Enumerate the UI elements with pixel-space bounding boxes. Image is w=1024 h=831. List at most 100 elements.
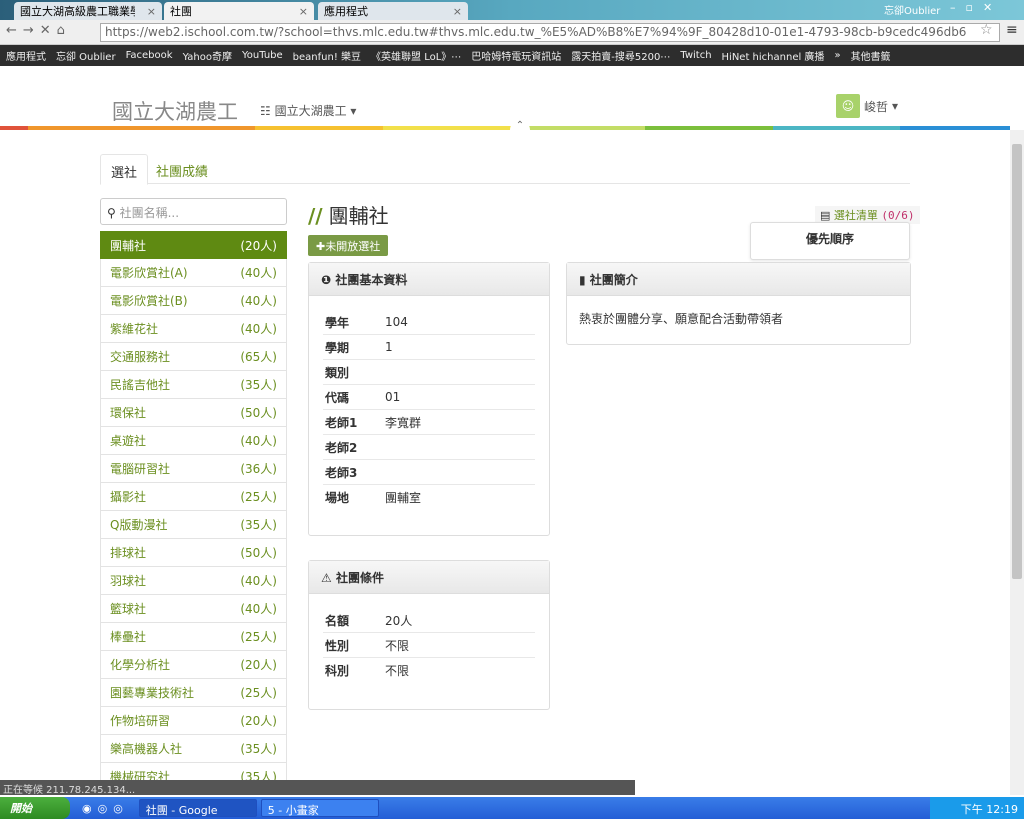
club-count: (50人) [240,406,277,420]
row-value: 104 [385,315,408,329]
nav-buttons[interactable]: ←→✕⌂ [6,23,71,38]
browser-tab[interactable]: 社團 × [164,2,314,20]
close-icon[interactable]: × [147,5,156,18]
club-list-item[interactable]: 電影欣賞社(B) (40人) [100,287,287,315]
bookmark[interactable]: 忘卻 Oublier [56,48,116,63]
bookmark[interactable]: Facebook [126,50,173,61]
bookmark[interactable]: beanfun! 樂豆 [293,48,361,63]
club-name: 籃球社 [110,602,147,616]
stripe-segment [0,126,28,130]
window-controls[interactable]: –▫✕ [950,1,1002,14]
quick-launch-icons[interactable]: ◉◎◎ [82,802,129,815]
info-row: 科別 不限 [323,658,535,683]
taskbar-item[interactable]: 5 - 小畫家 [260,799,379,817]
bookmark[interactable]: 應用程式 [6,48,46,63]
tab-bar: 選社 社團成績 [100,154,910,185]
bookmark[interactable]: 露天拍賣-搜尋5200⋯ [571,48,670,63]
user-menu[interactable]: ☺ 峻哲 ▾ [836,94,898,118]
club-name: 電影欣賞社(A) [110,266,188,280]
info-row: 老師2 [323,435,535,460]
row-label: 代碼 [325,390,350,405]
club-list-item[interactable]: 民謠吉他社 (35人) [100,371,287,399]
close-icon[interactable]: × [299,5,308,18]
star-icon[interactable]: ☆ [980,22,993,38]
club-list-item[interactable]: 羽球社 (40人) [100,567,287,595]
tab-select-club[interactable]: 選社 [100,154,149,185]
club-list-item[interactable]: 排球社 (50人) [100,539,287,567]
file-icon: ▮ [579,273,590,287]
panel-title: 社團基本資料 [335,273,408,287]
menu-icon[interactable]: ≡ [1006,22,1018,38]
club-name: 園藝專業技術社 [110,686,195,700]
bookmark[interactable]: YouTube [242,50,283,61]
tab-club-grades[interactable]: 社團成績 [146,154,218,185]
club-name: 棒壘社 [110,630,147,644]
club-list-item[interactable]: 電腦研習社 (36人) [100,455,287,483]
panel-title: 社團簡介 [589,273,638,287]
school-menu[interactable]: ☷ 國立大湖農工 ▾ [260,102,356,119]
scrollbar[interactable] [1010,130,1024,795]
club-list-item[interactable]: 籃球社 (40人) [100,595,287,623]
club-search-input[interactable]: ⚲ 社團名稱... [100,198,287,225]
condition-rows: 名額 20人 性別 不限 科別 不限 [309,594,549,683]
club-list: 團輔社 (20人) 電影欣賞社(A) (40人) 電影欣賞社(B) (40人) 紫維花社 (4… [100,231,287,791]
club-list-item[interactable]: 攝影社 (25人) [100,483,287,511]
tab-label: 社團 [170,5,192,18]
collapse-chevron-icon[interactable]: ⌃ [510,120,530,134]
url-input[interactable]: https://web2.ischool.com.tw/?school=thvs… [100,23,1000,42]
club-count: (35人) [240,518,277,532]
bookmark[interactable]: HiNet hichannel 廣播 [722,48,825,63]
start-button[interactable]: 開始 [0,797,70,819]
club-list-item[interactable]: 園藝專業技術社 (25人) [100,679,287,707]
bookmark[interactable]: Yahoo奇摩 [183,48,232,63]
club-list-item[interactable]: 樂高機器人社 (35人) [100,735,287,763]
bookmark[interactable]: 《英雄聯盟 LoL》⋯ [371,48,461,63]
browser-tab[interactable]: 國立大湖高級農工職業學校 × [14,2,162,20]
club-list-item[interactable]: 環保社 (50人) [100,399,287,427]
grid-icon: ☷ [260,104,275,118]
club-name: 作物培研習 [110,714,171,728]
plus-icon: ✚ [316,240,326,253]
closed-selection-button[interactable]: ✚未開放選社 [308,235,389,256]
club-list-item[interactable]: 棒壘社 (25人) [100,623,287,651]
bookmark-overflow[interactable]: » [834,50,840,61]
row-value: 李寬群 [385,415,422,430]
pick-list-label: 選社清單 [833,209,878,222]
club-list-item[interactable]: 桌遊社 (40人) [100,427,287,455]
club-list-item[interactable]: 團輔社 (20人) [100,231,287,259]
panel-title: 社團條件 [335,571,384,585]
scrollbar-thumb[interactable] [1012,144,1022,579]
row-label: 老師3 [325,465,358,480]
search-icon: ⚲ [107,206,120,220]
priority-popover: 優先順序 [750,222,910,260]
club-list-item[interactable]: 交通服務社 (65人) [100,343,287,371]
row-value: 團輔室 [385,491,422,505]
info-row: 學年 104 [323,310,535,335]
intro-panel: ▮ 社團簡介 熱衷於團體分享、願意配合活動帶領者 [566,262,911,345]
row-value: 01 [385,390,401,404]
row-label: 性別 [325,638,350,653]
club-list-item[interactable]: Q版動漫社 (35人) [100,511,287,539]
row-label: 老師2 [325,440,358,455]
club-list-item[interactable]: 電影欣賞社(A) (40人) [100,259,287,287]
club-name: 攝影社 [110,490,147,504]
info-row: 老師3 [323,460,535,485]
bookmark-other[interactable]: 其他書籤 [851,48,891,63]
club-list-item[interactable]: 化學分析社 (20人) [100,651,287,679]
club-name: 桌遊社 [110,434,147,448]
club-count: (20人) [240,658,277,672]
club-list-item[interactable]: 紫維花社 (40人) [100,315,287,343]
taskbar-item[interactable]: 社團 - Google Chrome [138,799,257,831]
tab-label: 國立大湖高級農工職業學校 [20,5,135,18]
row-label: 名額 [325,613,350,628]
bookmark[interactable]: 巴哈姆特電玩資訊站 [471,48,561,63]
bookmarks-bar: 應用程式 忘卻 Oublier Facebook Yahoo奇摩 YouTube… [0,45,1024,66]
panel-header: ▮ 社團簡介 [567,263,910,296]
bookmark[interactable]: Twitch [680,50,711,61]
close-icon[interactable]: × [453,5,462,18]
browser-tab[interactable]: 應用程式 × [318,2,468,20]
warning-icon: ⚠ [321,571,336,585]
row-label: 學年 [325,315,350,330]
club-list-item[interactable]: 作物培研習 (20人) [100,707,287,735]
brand-title[interactable]: 國立大湖農工 [112,96,238,126]
